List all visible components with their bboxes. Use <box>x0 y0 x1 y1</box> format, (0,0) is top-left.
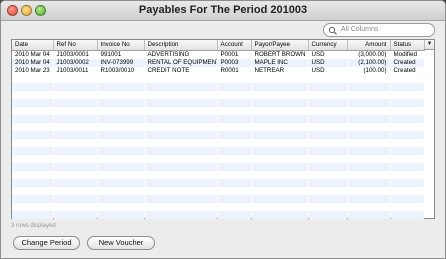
cell-description: CREDIT NOTE <box>147 66 190 74</box>
table-row[interactable]: 2010 Mar 04 J1003/0002 INV-073999 RENTAL… <box>12 58 424 67</box>
column-header-account[interactable]: Account <box>217 40 252 51</box>
cell-status: Created <box>390 58 424 67</box>
empty-row <box>12 210 424 219</box>
cell-account: P0003 <box>217 58 251 67</box>
cell-date: 2010 Mar 04 <box>12 58 53 67</box>
change-period-button[interactable]: Change Period <box>13 236 80 250</box>
cell-invoice-no: INV-073999 <box>97 58 144 67</box>
cell-account: R0001 <box>220 66 239 74</box>
cell-date: 2010 Mar 23 <box>15 66 50 74</box>
empty-row <box>12 171 424 179</box>
cell-status: Modified <box>393 50 417 58</box>
chevron-down-icon: ▼ <box>426 41 433 47</box>
title-bar[interactable]: Payables For The Period 201003 <box>1 1 445 21</box>
cell-description: ADVERTISING <box>147 50 190 58</box>
search-field[interactable]: All Columns <box>323 23 435 37</box>
column-header-status[interactable]: Status <box>390 40 425 51</box>
cell-ref-no: J1003/0002 <box>53 58 97 67</box>
empty-row <box>12 146 424 155</box>
empty-row <box>12 123 424 131</box>
empty-row <box>12 187 424 195</box>
column-header-ref-no[interactable]: Ref No <box>53 40 98 51</box>
cell-currency: USD <box>311 50 325 58</box>
empty-row <box>12 155 424 163</box>
empty-row <box>12 91 424 99</box>
column-header-date[interactable]: Date <box>12 40 54 51</box>
cell-status: Created <box>393 66 416 74</box>
column-header-invoice-no[interactable]: Invoice No <box>97 40 145 51</box>
cell-invoice-no: 991001 <box>100 50 122 58</box>
empty-row <box>12 194 424 203</box>
cell-amount: (2,100.00) <box>347 58 390 67</box>
empty-row <box>12 98 424 107</box>
column-header-payor-payee[interactable]: Payor/Payee <box>251 40 309 51</box>
cell-account: P0001 <box>220 50 239 58</box>
empty-row <box>12 203 424 211</box>
cell-currency: USD <box>311 66 325 74</box>
search-icon[interactable] <box>328 26 338 35</box>
empty-rows <box>12 75 424 219</box>
column-chooser-button[interactable]: ▼ <box>424 40 434 50</box>
empty-row <box>12 139 424 147</box>
empty-row <box>12 114 424 123</box>
cell-invoice-no: R1003/0010 <box>100 66 135 74</box>
table-row[interactable]: 2010 Mar 04 J1003/0001 991001 ADVERTISIN… <box>12 50 424 59</box>
empty-row <box>12 178 424 187</box>
column-header-currency[interactable]: Currency <box>308 40 348 51</box>
cell-payor-payee: MAPLE INC <box>251 58 308 67</box>
empty-row <box>12 75 424 83</box>
empty-row <box>12 107 424 115</box>
table-row[interactable]: 2010 Mar 23 J1003/0011 R1003/0010 CREDIT… <box>12 67 424 75</box>
column-header-description[interactable]: Description <box>144 40 218 51</box>
cell-currency: USD <box>308 58 347 67</box>
empty-row <box>12 82 424 91</box>
cell-payor-payee: ROBERT BROWN <box>254 50 306 58</box>
search-placeholder: All Columns <box>341 26 379 33</box>
payables-table[interactable]: Date Ref No Invoice No Description Accou… <box>11 39 435 219</box>
empty-row <box>12 162 424 171</box>
window-title: Payables For The Period 201003 <box>138 4 308 16</box>
cell-ref-no: J1003/0011 <box>56 66 89 74</box>
cell-amount: (100.00) <box>363 66 387 74</box>
rows-displayed-label: 3 rows displayed <box>11 223 56 229</box>
payables-window: Payables For The Period 201003 All Colum… <box>0 0 446 259</box>
cell-payor-payee: NETREAR <box>254 66 285 74</box>
new-voucher-button[interactable]: New Voucher <box>87 236 155 250</box>
cell-description: RENTAL OF EQUIPMENT <box>144 58 217 67</box>
cell-amount: (3,000.00) <box>358 50 387 58</box>
column-header-amount[interactable]: Amount <box>347 40 391 51</box>
table-header-row: Date Ref No Invoice No Description Accou… <box>12 40 425 51</box>
cell-ref-no: J1003/0001 <box>56 50 89 58</box>
cell-date: 2010 Mar 04 <box>15 50 50 58</box>
empty-row <box>12 130 424 139</box>
